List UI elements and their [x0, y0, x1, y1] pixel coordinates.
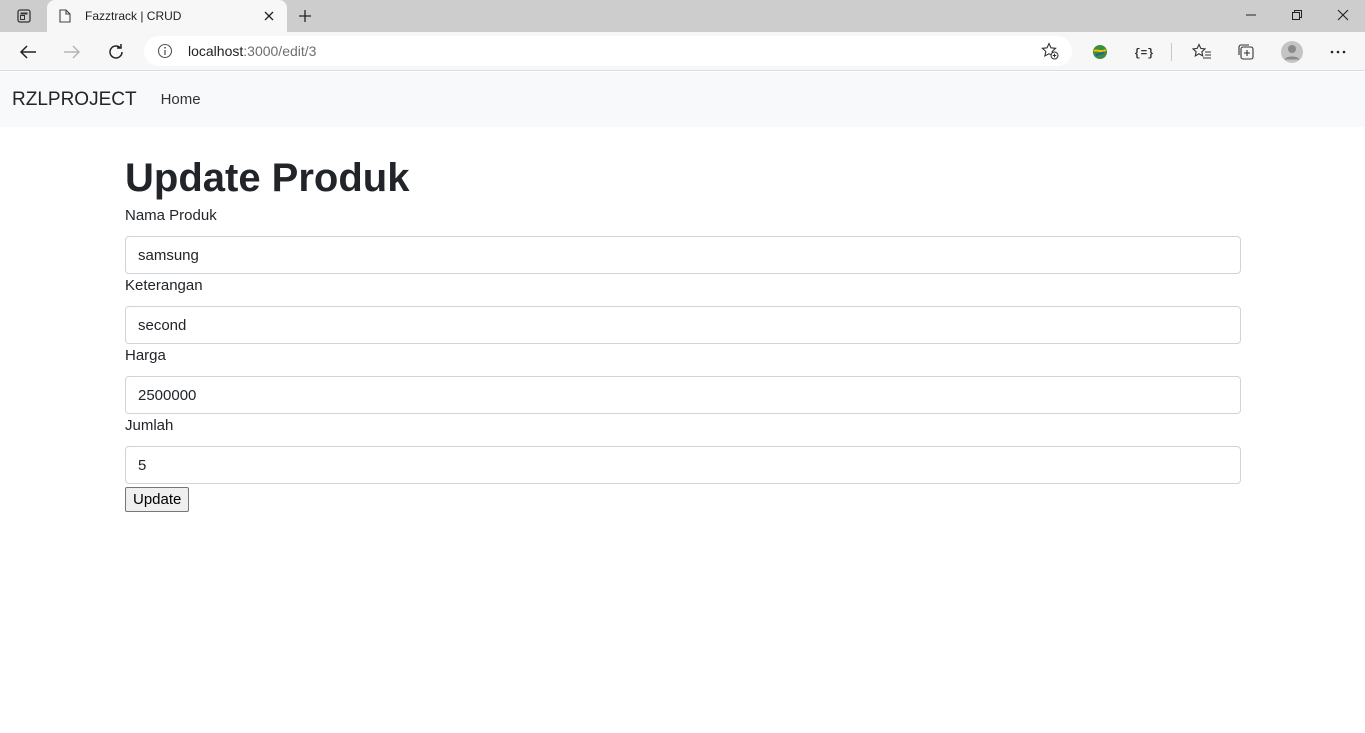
site-navbar: RZLPROJECT Home	[0, 72, 1365, 127]
plus-icon[interactable]	[293, 5, 317, 27]
address-bar[interactable]: localhost:3000/edit/3	[144, 36, 1072, 66]
jumlah-input[interactable]	[125, 446, 1241, 484]
forward-arrow-icon	[58, 38, 86, 66]
page-title: Update Produk	[125, 156, 410, 200]
toolbar-separator	[1171, 43, 1172, 61]
browser-tabstrip: Fazztrack | CRUD	[0, 0, 1365, 32]
restore-icon[interactable]	[1274, 0, 1320, 30]
browser-tab[interactable]: Fazztrack | CRUD	[47, 0, 287, 32]
favorites-icon[interactable]	[1188, 38, 1216, 66]
svg-text:{=}: {=}	[1134, 48, 1154, 59]
url-host: localhost	[188, 43, 244, 59]
update-button[interactable]: Update	[125, 487, 190, 512]
tab-actions-icon[interactable]	[8, 6, 40, 26]
harga-label: Harga	[125, 347, 166, 364]
extension-globe-icon[interactable]	[1086, 38, 1114, 66]
tab-title: Fazztrack | CRUD	[85, 9, 182, 23]
more-icon[interactable]	[1324, 38, 1352, 66]
jumlah-label: Jumlah	[125, 417, 174, 434]
nav-link-home[interactable]: Home	[161, 91, 201, 108]
navbar-brand[interactable]: RZLPROJECT	[12, 89, 137, 111]
info-icon[interactable]	[156, 42, 174, 60]
minimize-icon[interactable]	[1228, 0, 1274, 30]
collections-icon[interactable]	[1232, 38, 1260, 66]
browser-toolbar: localhost:3000/edit/3 {=}	[0, 32, 1365, 71]
star-add-icon[interactable]	[1040, 41, 1060, 61]
profile-avatar-icon[interactable]	[1278, 38, 1306, 66]
nama-produk-label: Nama Produk	[125, 207, 217, 224]
url-path: :3000/edit/3	[243, 43, 317, 59]
update-form-container: Update Produk Nama Produk Keterangan Har…	[125, 150, 1241, 512]
nama-produk-input[interactable]	[125, 236, 1241, 274]
harga-input[interactable]	[125, 376, 1241, 414]
back-arrow-icon[interactable]	[14, 38, 42, 66]
refresh-icon[interactable]	[102, 38, 130, 66]
url-text[interactable]: localhost:3000/edit/3	[188, 43, 1040, 59]
keterangan-input[interactable]	[125, 306, 1241, 344]
page-icon	[57, 8, 73, 24]
close-icon[interactable]	[261, 8, 277, 24]
extension-braces-icon[interactable]: {=}	[1130, 38, 1158, 66]
window-close-icon[interactable]	[1320, 0, 1365, 30]
keterangan-label: Keterangan	[125, 277, 203, 294]
